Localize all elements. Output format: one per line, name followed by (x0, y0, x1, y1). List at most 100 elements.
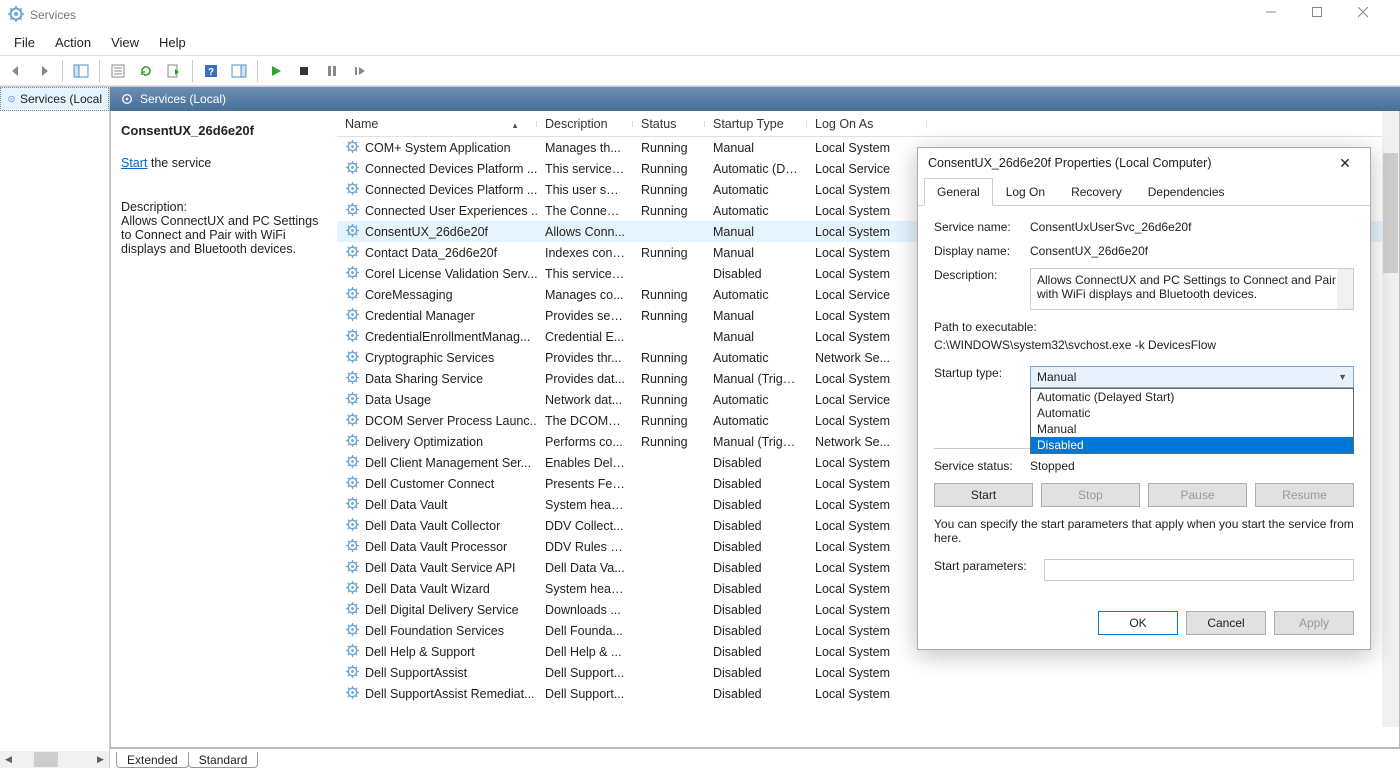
service-name: Dell Digital Delivery Service (365, 603, 519, 617)
service-startup: Automatic (705, 414, 807, 428)
pane-header: Services (Local) (110, 87, 1400, 111)
gear-icon (345, 475, 360, 493)
export-button[interactable] (162, 59, 186, 83)
service-desc: Performs co... (537, 435, 633, 449)
col-status[interactable]: Status (633, 117, 705, 131)
service-name: Dell SupportAssist (365, 666, 467, 680)
properties-dialog: ConsentUX_26d6e20f Properties (Local Com… (917, 147, 1371, 650)
service-logon: Local System (807, 603, 927, 617)
service-desc: Dell Support... (537, 687, 633, 701)
service-startup: Automatic (De... (705, 162, 807, 176)
service-desc: Provides thr... (537, 351, 633, 365)
service-logon: Local System (807, 246, 927, 260)
restart-service-button[interactable] (348, 59, 372, 83)
service-startup: Manual (705, 225, 807, 239)
help-button[interactable]: ? (199, 59, 223, 83)
start-service-link[interactable]: Start (121, 156, 147, 170)
service-desc: Indexes cont... (537, 246, 633, 260)
value-display-name: ConsentUX_26d6e20f (1030, 244, 1354, 258)
tab-standard[interactable]: Standard (188, 752, 259, 768)
service-logon: Local System (807, 141, 927, 155)
tab-recovery[interactable]: Recovery (1058, 178, 1135, 205)
dialog-close-button[interactable]: ✕ (1330, 155, 1360, 172)
refresh-button[interactable] (134, 59, 158, 83)
service-logon: Local System (807, 309, 927, 323)
back-button[interactable] (4, 59, 28, 83)
start-params-hint: You can specify the start parameters tha… (934, 517, 1354, 545)
col-startup[interactable]: Startup Type (705, 117, 807, 131)
selected-service-name: ConsentUX_26d6e20f (121, 123, 327, 138)
resume-button[interactable]: Resume (1255, 483, 1354, 507)
value-description[interactable]: Allows ConnectUX and PC Settings to Conn… (1030, 268, 1354, 310)
pause-service-button[interactable] (320, 59, 344, 83)
toolbar: ? (0, 56, 1400, 86)
service-startup: Disabled (705, 666, 807, 680)
service-desc: The DCOML... (537, 414, 633, 428)
tab-logon[interactable]: Log On (993, 178, 1058, 205)
gear-icon (345, 370, 360, 388)
separator (257, 60, 258, 82)
menu-action[interactable]: Action (45, 31, 101, 54)
gear-icon (345, 244, 360, 262)
tab-general[interactable]: General (924, 178, 993, 206)
dialog-titlebar[interactable]: ConsentUX_26d6e20f Properties (Local Com… (918, 148, 1370, 178)
start-service-button[interactable] (264, 59, 288, 83)
description-label: Description: (121, 200, 327, 214)
pause-button[interactable]: Pause (1148, 483, 1247, 507)
stop-button[interactable]: Stop (1041, 483, 1140, 507)
service-desc: Manages co... (537, 288, 633, 302)
option-automatic[interactable]: Automatic (1031, 405, 1353, 421)
vertical-scrollbar[interactable] (1382, 111, 1399, 727)
service-name: Dell SupportAssist Remediat... (365, 687, 535, 701)
startup-type-select[interactable]: Manual ▼ (1030, 366, 1354, 388)
cancel-button[interactable]: Cancel (1186, 611, 1266, 635)
gear-icon (345, 580, 360, 598)
menu-file[interactable]: File (4, 31, 45, 54)
tab-dependencies[interactable]: Dependencies (1135, 178, 1238, 205)
apply-button[interactable]: Apply (1274, 611, 1354, 635)
console-tree[interactable]: Services (Local ◀▶ (0, 87, 110, 768)
service-desc: This user ser... (537, 183, 633, 197)
service-row[interactable]: Dell SupportAssistDell Support...Disable… (337, 662, 1399, 683)
start-button[interactable]: Start (934, 483, 1033, 507)
label-path-exe: Path to executable: (934, 320, 1354, 334)
service-startup: Manual (705, 330, 807, 344)
col-logon[interactable]: Log On As (807, 117, 927, 131)
service-logon: Local System (807, 498, 927, 512)
stop-service-button[interactable] (292, 59, 316, 83)
service-startup: Disabled (705, 687, 807, 701)
minimize-button[interactable] (1254, 0, 1300, 30)
tab-extended[interactable]: Extended (116, 752, 189, 768)
service-name: Dell Data Vault Processor (365, 540, 507, 554)
maximize-button[interactable] (1300, 0, 1346, 30)
properties-button[interactable] (106, 59, 130, 83)
option-disabled[interactable]: Disabled (1031, 437, 1353, 453)
menu-help[interactable]: Help (149, 31, 196, 54)
tree-hscroll[interactable]: ◀▶ (0, 751, 109, 768)
service-startup: Automatic (705, 351, 807, 365)
service-logon: Local System (807, 456, 927, 470)
option-manual[interactable]: Manual (1031, 421, 1353, 437)
service-startup: Automatic (705, 183, 807, 197)
service-row[interactable]: Dell SupportAssist Remediat...Dell Suppo… (337, 683, 1399, 704)
forward-button[interactable] (32, 59, 56, 83)
start-params-input[interactable] (1044, 559, 1354, 581)
service-logon: Local System (807, 540, 927, 554)
tree-item-label: Services (Local (20, 92, 102, 106)
col-description[interactable]: Description (537, 117, 633, 131)
ok-button[interactable]: OK (1098, 611, 1178, 635)
startup-type-value: Manual (1037, 370, 1076, 384)
service-startup: Disabled (705, 645, 807, 659)
tree-item-services-local[interactable]: Services (Local (0, 87, 109, 111)
service-name: Dell Customer Connect (365, 477, 494, 491)
startup-type-dropdown-list: Automatic (Delayed Start) Automatic Manu… (1030, 388, 1354, 454)
value-path-exe: C:\WINDOWS\system32\svchost.exe -k Devic… (934, 338, 1354, 352)
menu-view[interactable]: View (101, 31, 149, 54)
service-startup: Disabled (705, 477, 807, 491)
col-name[interactable]: Name▲ (337, 117, 537, 131)
show-hide-tree-button[interactable] (69, 59, 93, 83)
option-auto-delayed[interactable]: Automatic (Delayed Start) (1031, 389, 1353, 405)
chevron-down-icon: ▼ (1338, 372, 1347, 382)
show-hide-action-button[interactable] (227, 59, 251, 83)
close-button[interactable] (1346, 0, 1392, 30)
